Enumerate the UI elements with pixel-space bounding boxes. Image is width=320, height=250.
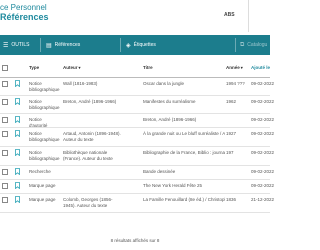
tab-references-label: Références — [54, 42, 81, 48]
table-row[interactable]: Notice bibliographique Bibliothèque natio… — [0, 147, 274, 166]
catalogue-icon: ⧉ — [240, 41, 245, 48]
row-checkbox[interactable] — [2, 117, 8, 123]
page-title: Références — [0, 12, 49, 22]
cell-added: 09-02-2022 — [251, 150, 275, 155]
cell-type: Notice bibliographique — [29, 99, 60, 110]
column-header-title[interactable]: Titre — [143, 65, 153, 70]
cell-title[interactable]: Manifestes du surréalisme — [143, 99, 225, 105]
cell-type: Notice bibliographique — [29, 150, 60, 161]
bookmark-icon[interactable] — [15, 149, 20, 156]
row-checkbox[interactable] — [2, 183, 8, 189]
cell-title[interactable]: Oscar dans la jungle — [143, 81, 225, 87]
toolbar-divider — [40, 38, 41, 52]
cell-author: Colomb, Georges (1856-1945). Auteur du t… — [63, 197, 113, 208]
table-row[interactable]: Marque page Colomb, Georges (1856-1945). … — [0, 194, 274, 213]
menu-icon: ☰ — [3, 42, 9, 49]
sort-icon: ▾ — [240, 65, 243, 70]
table-row[interactable]: Notice bibliographique Breton, André (189… — [0, 96, 274, 114]
table-header: Type Auteur▾ Titre Année▾ Ajouté le — [0, 58, 270, 78]
cell-author: Breton, André (1896-1966) — [63, 99, 117, 104]
cell-author: Artaud, Antonin (1896-1948). Auteur du t… — [63, 131, 121, 142]
table-row[interactable]: Marque page The New York Herald Fête 25 09… — [0, 180, 274, 194]
sort-icon: ▾ — [78, 65, 81, 70]
cell-type: Notice bibliographique — [29, 81, 60, 92]
bookmark-icon[interactable] — [15, 130, 20, 137]
cell-type: Marque page — [29, 197, 56, 202]
column-header-type[interactable]: Type — [29, 65, 39, 70]
references-icon: ▤ — [46, 42, 52, 49]
outils-menu[interactable]: ☰ OUTILS — [3, 35, 29, 55]
cell-added: 09-02-2022 — [251, 81, 275, 86]
bookmark-icon[interactable] — [15, 196, 20, 203]
cell-added: 09-02-2022 — [251, 131, 275, 136]
tab-etiquettes[interactable]: ◈ Étiquettes — [126, 35, 156, 55]
column-header-year[interactable]: Année▾ — [226, 65, 243, 70]
cell-added: 09-02-2022 — [251, 117, 275, 122]
cell-title[interactable]: The New York Herald Fête 25 — [143, 183, 225, 189]
cell-year: 1927 — [226, 131, 237, 136]
cell-year: 1994 ??? — [226, 81, 245, 86]
bookmark-icon[interactable] — [15, 80, 20, 87]
toolbar-divider — [120, 38, 121, 52]
cell-added: 21-12-2022 — [251, 197, 275, 202]
cell-title[interactable]: À la grande nuit ou Le bluff surréaliste… — [143, 131, 225, 137]
table-row[interactable]: Notice bibliographique Artaud, Antonin (1… — [0, 128, 274, 147]
bookmark-icon[interactable] — [15, 116, 20, 123]
tab-references[interactable]: ▤ Références — [46, 35, 80, 55]
results-count: 8 résultats affichés sur 8 — [110, 238, 160, 243]
cell-title[interactable]: La Famille Fenouillard (8e éd.) / Christ… — [143, 197, 225, 203]
cell-year: 1962 — [226, 99, 237, 104]
bookmark-icon[interactable] — [15, 168, 20, 175]
cell-type: Recherche — [29, 169, 51, 174]
brand-title: ce Personnel — [0, 3, 47, 12]
cell-year: 1836 — [226, 197, 237, 202]
cell-added: 09-02-2022 — [251, 183, 275, 188]
row-checkbox[interactable] — [2, 169, 8, 175]
cell-type: Marque page — [29, 183, 56, 188]
cell-author: Bibliothèque nationale (France). Auteur … — [63, 150, 113, 161]
header-divider — [248, 0, 249, 32]
outils-label: OUTILS — [11, 42, 30, 48]
abs-link[interactable]: ABS — [224, 12, 235, 18]
cell-type: Notice bibliographique — [29, 131, 60, 142]
cell-title[interactable]: Bibliographie de la France, Biblio : jou… — [143, 150, 225, 156]
column-header-added[interactable]: Ajouté le — [251, 65, 270, 70]
cell-year: 197 — [226, 150, 234, 155]
cell-title[interactable]: Breton, André (1896-1966) — [143, 117, 225, 123]
table-row[interactable]: Notice bibliographique Wall (1816-1983) Os… — [0, 78, 274, 96]
row-checkbox[interactable] — [2, 99, 8, 105]
app-header: ce Personnel Références ABS — [0, 0, 270, 32]
row-checkbox[interactable] — [2, 197, 8, 203]
column-header-author[interactable]: Auteur▾ — [63, 65, 81, 70]
toolbar-divider — [235, 38, 236, 52]
row-checkbox[interactable] — [2, 150, 8, 156]
row-checkbox[interactable] — [2, 81, 8, 87]
bookmark-icon[interactable] — [15, 98, 20, 105]
cell-added: 09-02-2022 — [251, 99, 275, 104]
tag-icon: ◈ — [126, 42, 131, 49]
table-row[interactable]: Recherche Bande dessinée 09-02-2022 — [0, 166, 274, 180]
cell-added: 09-02-2022 — [251, 169, 275, 174]
cell-author: Wall (1816-1983) — [63, 81, 98, 86]
cell-title[interactable]: Bande dessinée — [143, 169, 225, 175]
bookmark-icon[interactable] — [15, 182, 20, 189]
toolbar: ☰ OUTILS ▤ Références ◈ Étiquettes ⧉ Cat… — [0, 35, 270, 55]
tab-catalogue[interactable]: ⧉ Catalogu — [240, 35, 267, 55]
tab-catalogue-label: Catalogu — [247, 42, 268, 48]
tab-etiquettes-label: Étiquettes — [133, 42, 156, 48]
row-checkbox[interactable] — [2, 131, 8, 137]
table-row[interactable]: Notice d'autorité Breton, André (1896-196… — [0, 114, 274, 128]
select-all-checkbox[interactable] — [2, 65, 8, 71]
